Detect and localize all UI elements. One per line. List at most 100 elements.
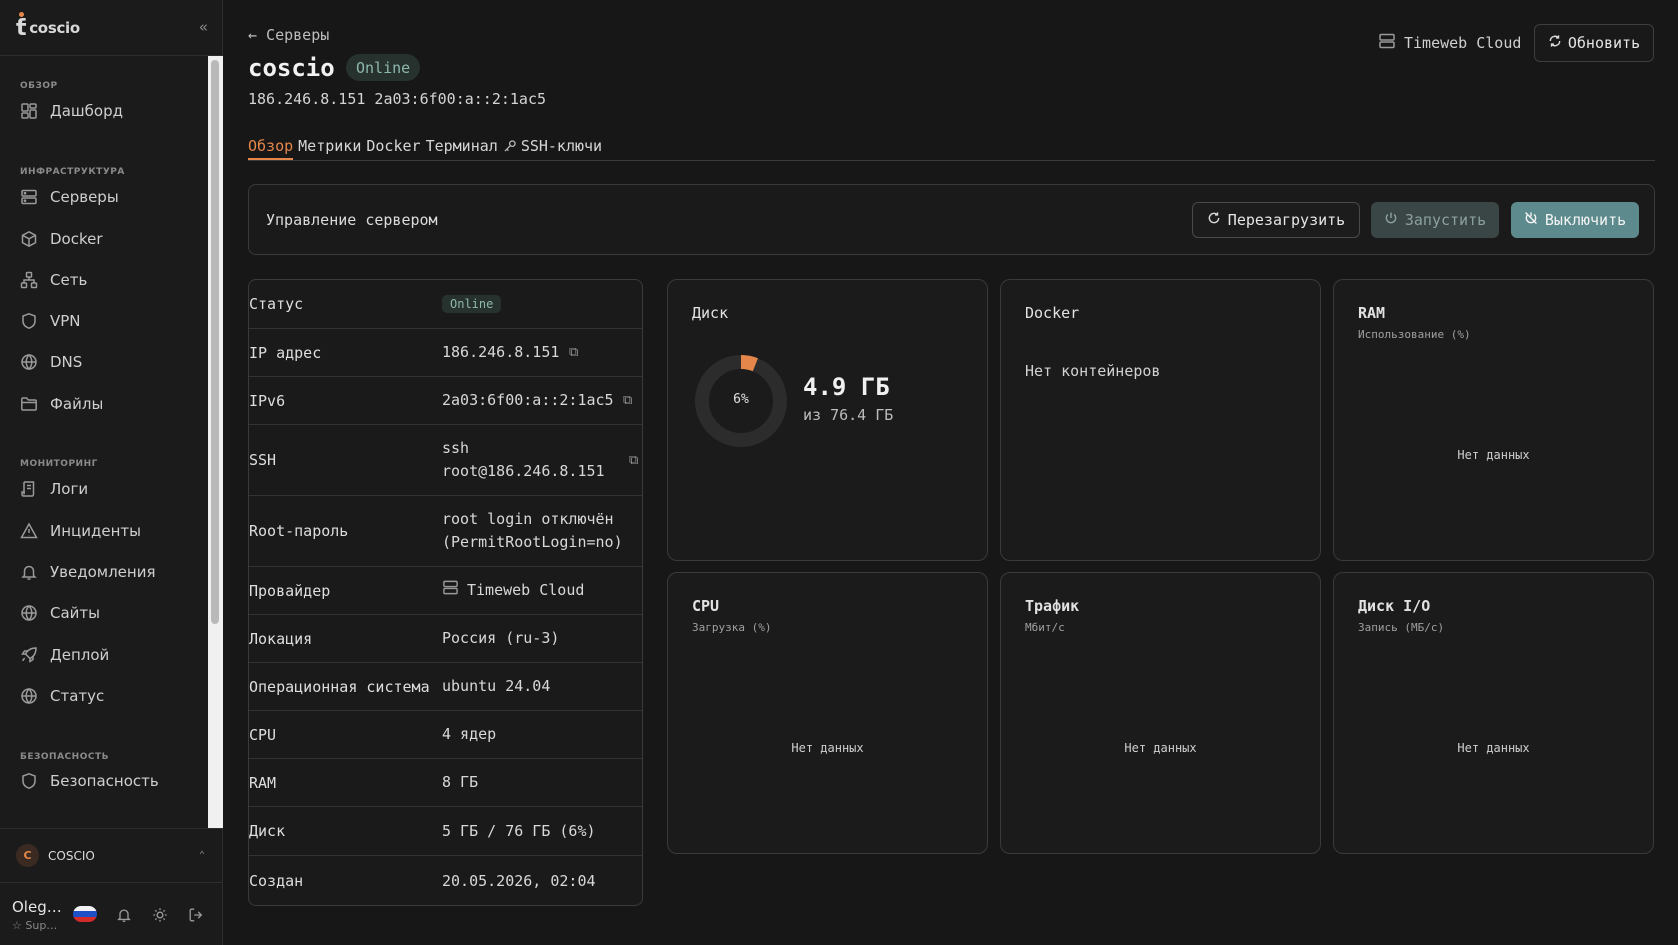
bell-icon[interactable] xyxy=(116,907,132,927)
brand-logo[interactable]: ƭ coscio xyxy=(16,12,80,41)
user-name[interactable]: Oleg… xyxy=(12,898,62,916)
disk-total: из 76.4 ГБ xyxy=(803,406,894,424)
tab-ssh-keys[interactable]: SSH-ключи xyxy=(503,137,602,160)
sidebar-item-security[interactable]: Безопасность xyxy=(20,772,159,790)
box-icon xyxy=(20,230,38,248)
copy-icon[interactable]: ⧉ xyxy=(569,345,578,360)
info-key: Операционная система xyxy=(249,677,430,696)
sidebar-item-docker[interactable]: Docker xyxy=(20,230,103,248)
bell-icon xyxy=(20,563,38,581)
provider-value: Timeweb Cloud xyxy=(467,581,585,599)
traffic-card-title: Трафик xyxy=(1025,597,1080,615)
info-key: IP адрес xyxy=(249,343,322,362)
org-name: COSCIO xyxy=(48,848,95,863)
sidebar-item-label: Инциденты xyxy=(50,522,141,540)
traffic-no-data: Нет данных xyxy=(1124,741,1197,755)
section-label: БЕЗОПАСНОСТЬ xyxy=(20,752,109,762)
copy-icon[interactable]: ⧉ xyxy=(629,453,638,468)
tab-overview[interactable]: Обзор xyxy=(248,137,294,160)
tab-terminal[interactable]: Терминал xyxy=(426,137,498,160)
start-button[interactable]: Запустить xyxy=(1371,202,1499,238)
info-value: 2a03:6f00:a::2:1ac5 xyxy=(442,391,614,409)
disk-card: Диск 6% 4.9 ГБ из 76.4 ГБ xyxy=(667,279,988,561)
ssh-line-1: ssh xyxy=(442,439,470,457)
info-value: ubuntu 24.04 xyxy=(442,677,551,695)
org-switcher[interactable]: C COSCIO ⌃ xyxy=(0,828,223,882)
disk-io-card-subtitle: Запись (МБ/с) xyxy=(1358,621,1445,634)
refresh-button[interactable]: Обновить xyxy=(1534,24,1654,62)
logout-icon[interactable] xyxy=(188,907,204,927)
info-value: Online xyxy=(442,292,502,316)
shield-icon xyxy=(20,312,38,330)
sidebar-item-logs[interactable]: Логи xyxy=(20,480,88,498)
start-label: Запустить xyxy=(1404,211,1487,229)
network-icon xyxy=(20,271,38,289)
sidebar-item-files[interactable]: Файлы xyxy=(20,395,103,413)
sidebar-item-vpn[interactable]: VPN xyxy=(20,312,81,330)
traffic-card: Трафик Мбит/с Нет данных xyxy=(1000,572,1321,854)
disk-percent: 6% xyxy=(733,392,749,407)
ram-card-subtitle: Использование (%) xyxy=(1358,328,1471,341)
sidebar-scrollbar-thumb[interactable] xyxy=(211,60,219,624)
sidebar-item-servers[interactable]: Серверы xyxy=(20,188,119,206)
ram-no-data: Нет данных xyxy=(1457,448,1530,462)
info-key: Root-пароль xyxy=(249,522,349,540)
info-key: Создан xyxy=(249,872,304,890)
sidebar-item-network[interactable]: Сеть xyxy=(20,271,87,289)
table-row: SSH ssh root@186.246.8.151 ⧉ xyxy=(249,425,642,496)
sidebar-item-incidents[interactable]: Инциденты xyxy=(20,522,141,540)
docker-empty-text: Нет контейнеров xyxy=(1025,362,1161,380)
sidebar-item-sites[interactable]: Сайты xyxy=(20,604,100,622)
logo-mark-icon: ƭ xyxy=(16,12,27,41)
tab-metrics[interactable]: Метрики xyxy=(298,137,361,160)
info-value: 20.05.2026, 02:04 xyxy=(442,871,596,890)
info-key: Локация xyxy=(249,629,313,648)
info-value: 186.246.8.151 xyxy=(442,343,560,361)
logs-icon xyxy=(20,480,38,498)
language-flag-icon[interactable] xyxy=(73,906,97,922)
info-value: Timeweb Cloud xyxy=(442,579,584,603)
sidebar-item-dashboard[interactable]: Дашборд xyxy=(20,102,123,120)
table-row: Провайдер Timeweb Cloud xyxy=(249,567,642,615)
sidebar-nav: ОБЗОР Дашборд ИНФРАСТРУКТУРА Серверы Doc… xyxy=(0,56,208,828)
sidebar-item-status[interactable]: Статус xyxy=(20,687,104,705)
server-icon xyxy=(20,188,38,206)
info-key: IPv6 xyxy=(249,391,286,410)
table-row: RAM 8 ГБ xyxy=(249,759,642,807)
sidebar-item-label: Сеть xyxy=(50,271,88,289)
sidebar-item-label: Сайты xyxy=(50,604,100,622)
tab-docker[interactable]: Docker xyxy=(366,137,420,160)
root-line-2: (PermitRootLogin=no) xyxy=(442,533,623,551)
table-row: CPU 4 ядер xyxy=(249,711,642,759)
sidebar-item-dns[interactable]: DNS xyxy=(20,353,82,371)
info-value: 4 ядер xyxy=(442,725,497,743)
page-title: coscio xyxy=(248,54,335,82)
status-badge: Online xyxy=(442,295,502,313)
cpu-card-title: CPU xyxy=(692,597,720,615)
shutdown-button[interactable]: Выключить xyxy=(1511,202,1639,238)
back-link[interactable]: ← Серверы xyxy=(248,26,329,44)
rocket-icon xyxy=(20,646,38,664)
disk-card-title: Диск xyxy=(692,304,729,322)
copy-icon[interactable]: ⧉ xyxy=(623,393,632,408)
sidebar-item-label: Деплой xyxy=(50,646,110,664)
ram-card-title: RAM xyxy=(1358,304,1386,322)
restart-button[interactable]: Перезагрузить xyxy=(1192,202,1360,238)
dashboard-icon xyxy=(20,102,38,120)
sun-icon[interactable] xyxy=(152,907,168,927)
disk-io-card: Диск I/O Запись (МБ/с) Нет данных xyxy=(1333,572,1654,854)
provider-label: Timeweb Cloud xyxy=(1378,32,1521,54)
server-control-panel: Управление сервером Перезагрузить Запуст… xyxy=(248,184,1655,255)
shutdown-label: Выключить xyxy=(1544,211,1627,229)
sidebar-item-notifications[interactable]: Уведомления xyxy=(20,563,155,581)
section-label: ИНФРАСТРУКТУРА xyxy=(20,167,125,177)
info-key: SSH xyxy=(249,451,277,469)
tab-bar: Обзор Метрики Docker Терминал SSH-ключи xyxy=(248,137,1655,161)
power-icon xyxy=(1384,211,1398,229)
sidebar-item-deploy[interactable]: Деплой xyxy=(20,646,109,664)
table-row: Операционная система ubuntu 24.04 xyxy=(249,663,642,711)
folder-icon xyxy=(20,395,38,413)
collapse-sidebar-icon[interactable]: « xyxy=(199,18,208,36)
table-row: IP адрес 186.246.8.151 ⧉ xyxy=(249,329,642,377)
cpu-no-data: Нет данных xyxy=(791,741,864,755)
